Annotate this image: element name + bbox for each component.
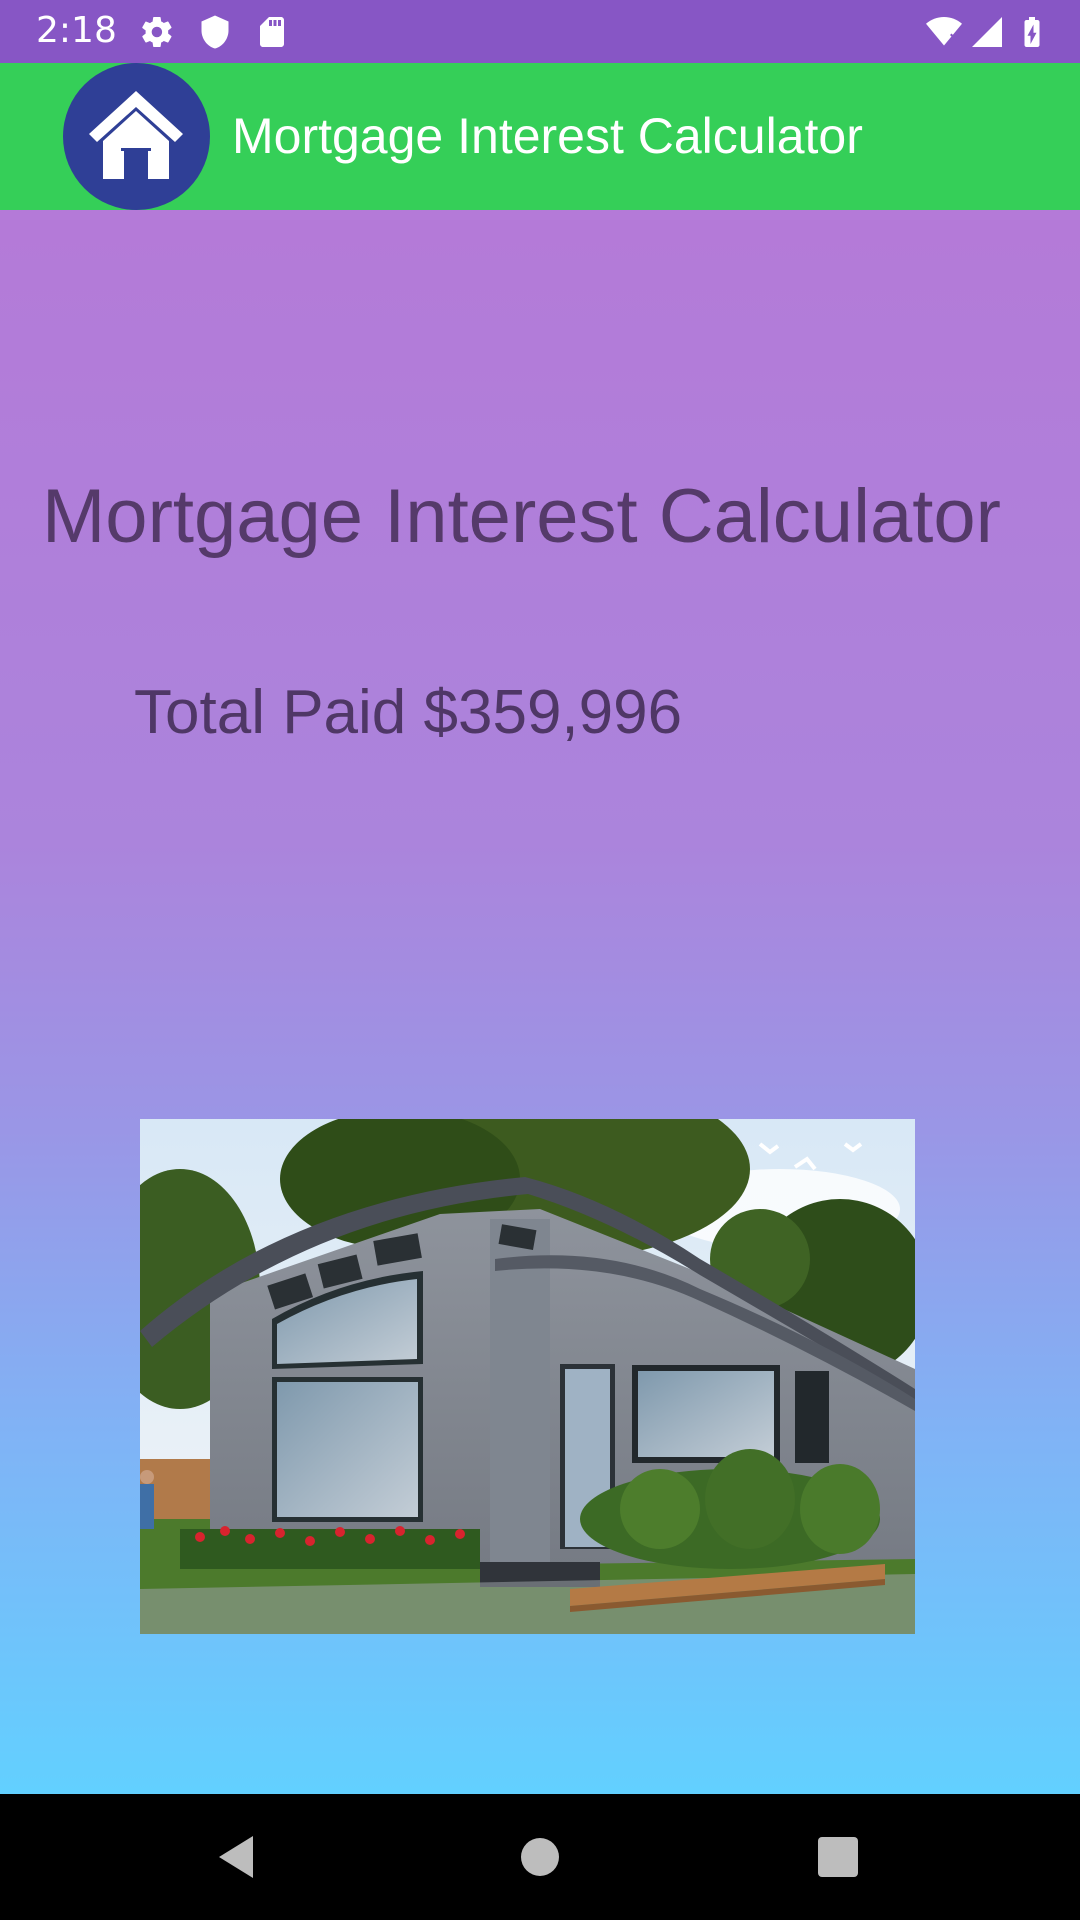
page-heading: Mortgage Interest Calculator bbox=[42, 474, 1001, 559]
app-bar-title: Mortgage Interest Calculator bbox=[232, 108, 863, 164]
sd-card-icon bbox=[260, 17, 284, 47]
system-nav-bar bbox=[0, 1794, 1080, 1920]
home-icon bbox=[89, 91, 183, 179]
app-bar: Mortgage Interest Calculator bbox=[0, 63, 1080, 210]
signal-icon bbox=[972, 17, 1002, 47]
status-bar: 2:18 bbox=[0, 0, 1080, 63]
settings-gear-icon bbox=[142, 16, 172, 48]
status-time: 2:18 bbox=[36, 10, 117, 51]
shield-icon bbox=[201, 15, 229, 49]
house-illustration bbox=[140, 1119, 915, 1634]
house-image bbox=[140, 1119, 915, 1634]
app-logo bbox=[63, 63, 210, 210]
total-paid-text: Total Paid $359,996 bbox=[134, 678, 683, 747]
home-circle-icon[interactable] bbox=[507, 1824, 573, 1890]
main-content: Mortgage Interest Calculator Total Paid … bbox=[0, 210, 1080, 1794]
wifi-icon bbox=[926, 17, 962, 46]
back-icon[interactable] bbox=[205, 1824, 271, 1890]
battery-charging-icon bbox=[1024, 17, 1040, 47]
recents-square-icon[interactable] bbox=[805, 1824, 871, 1890]
